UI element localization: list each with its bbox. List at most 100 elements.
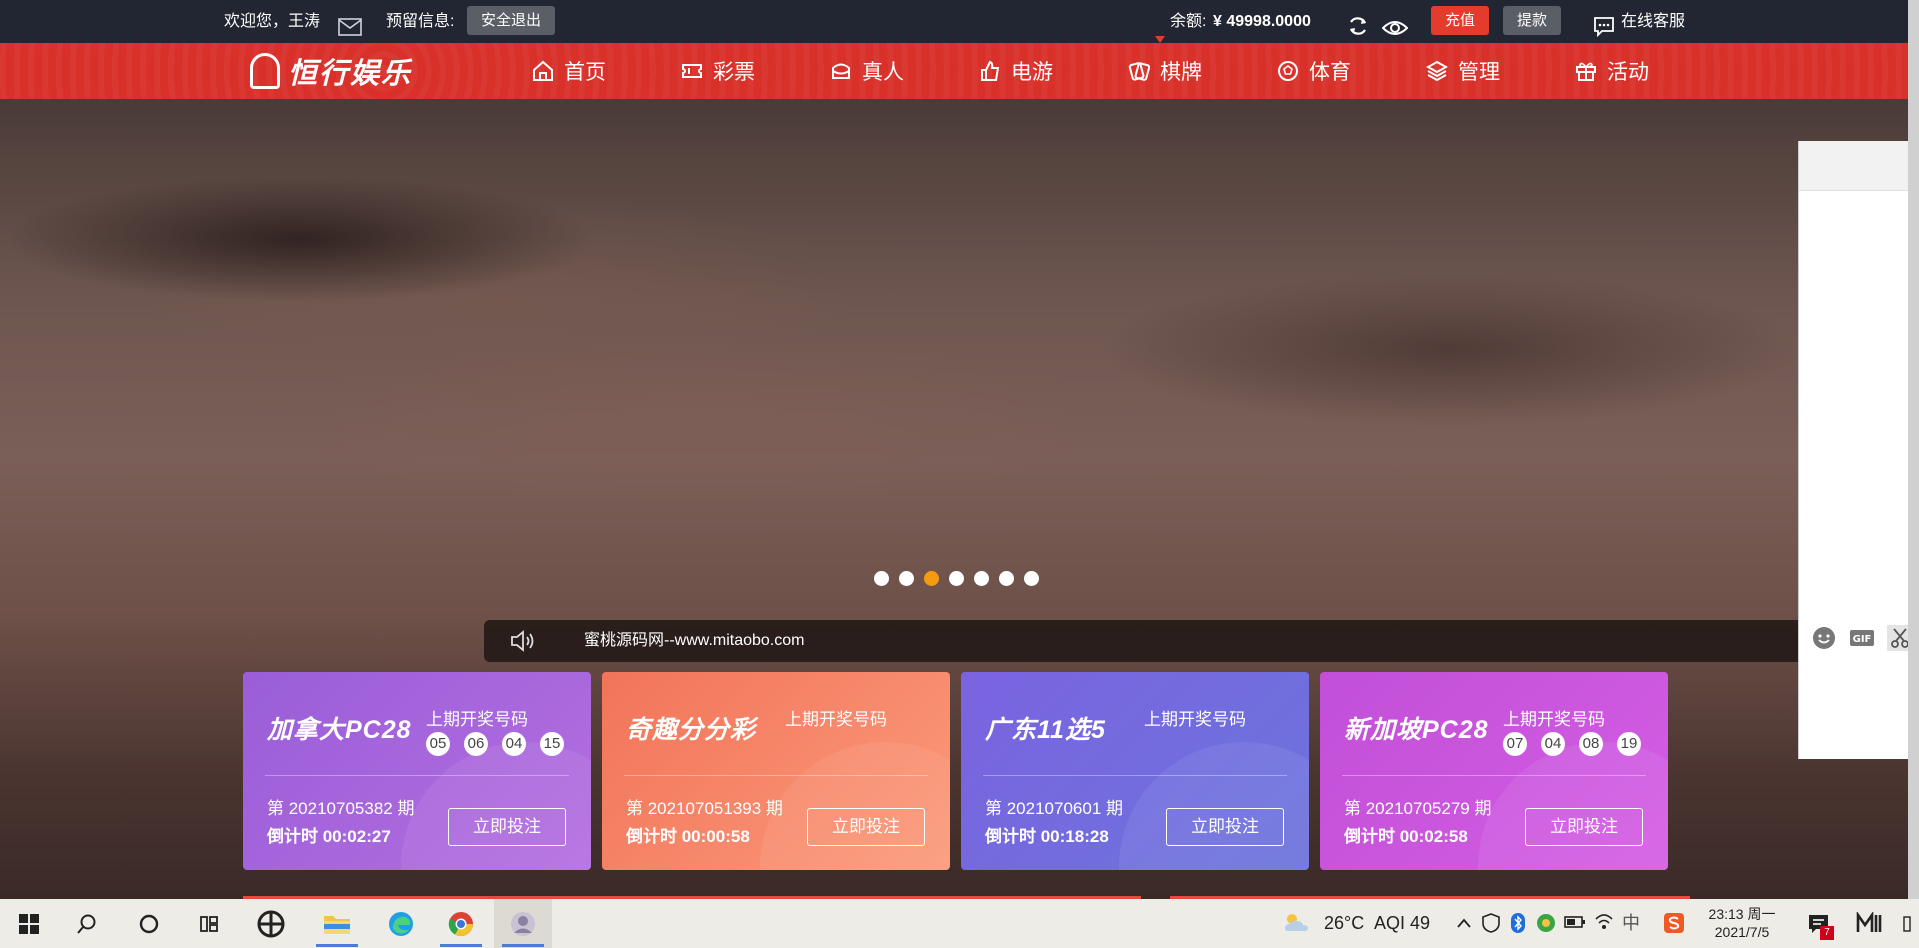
speaker-icon [511, 630, 534, 652]
eye-icon[interactable] [1381, 12, 1409, 35]
nav-item-egames[interactable]: 电游 [979, 43, 1053, 99]
nav-item-chess[interactable]: 棋牌 [1128, 43, 1202, 99]
cards-icon [1128, 62, 1150, 81]
logo-text: 恒行娱乐 [288, 58, 413, 90]
nav-item-manage[interactable]: 管理 [1426, 43, 1500, 99]
draw-balls: 07 04 08 19 [1503, 732, 1641, 756]
logout-button[interactable]: 安全退出 [467, 6, 556, 35]
shield-icon[interactable] [1482, 913, 1500, 933]
chat-icon[interactable] [1593, 11, 1615, 38]
nav-label: 彩票 [713, 61, 755, 84]
lottery-card-qiqu: 奇趣分分彩 上期开奖号码 第 202107051393 期 倒计时 00:00:… [602, 672, 950, 870]
thumbs-up-icon [981, 60, 1000, 81]
app-m-icon[interactable] [1856, 910, 1884, 934]
start-icon[interactable] [0, 899, 58, 948]
nav-item-lottery[interactable]: 彩票 [681, 43, 755, 99]
divider [265, 775, 569, 776]
issue-number: 第 202107051393 期 [626, 799, 783, 818]
balance-value: ¥ 49998.0000 [1213, 13, 1311, 30]
system-clock[interactable]: 23:13 周一 2021/7/5 [1698, 905, 1786, 941]
avatar-app-icon[interactable] [494, 899, 552, 948]
lottery-card-canada28: 加拿大PC28 上期开奖号码 05 06 04 15 第 20210705382… [243, 672, 591, 870]
carousel-dot[interactable] [874, 571, 889, 586]
task-view-icon[interactable] [180, 899, 238, 948]
last-draw-label: 上期开奖号码 [785, 710, 887, 729]
sogou-ime-icon[interactable] [1664, 913, 1684, 933]
balance-label: 余额: [1170, 13, 1207, 30]
bluetooth-icon[interactable] [1510, 913, 1526, 933]
carousel-dot[interactable] [974, 571, 989, 586]
draw-ball: 08 [1579, 732, 1603, 756]
gif-icon[interactable]: GIF [1849, 625, 1875, 651]
live-casino-icon [832, 63, 850, 79]
countdown: 倒计时 00:18:28 [985, 827, 1109, 846]
ball-icon [1278, 61, 1298, 81]
nav-item-home[interactable]: 首页 [532, 43, 606, 99]
nav-label: 管理 [1458, 61, 1500, 84]
nav-label: 真人 [862, 61, 904, 84]
countdown: 倒计时 00:02:27 [267, 827, 391, 846]
draw-balls: 05 06 04 15 [426, 732, 564, 756]
site-logo[interactable]: 恒行娱乐 [250, 51, 412, 91]
chat-panel: GIF [1798, 141, 1919, 759]
last-draw-label: 上期开奖号码 [426, 710, 528, 729]
battery-icon[interactable] [1564, 914, 1586, 932]
weather-icon[interactable] [1282, 911, 1310, 935]
lottery-logo: 加拿大PC28 [267, 716, 412, 744]
lottery-card-singapore28: 新加坡PC28 上期开奖号码 07 04 08 19 第 20210705279… [1320, 672, 1668, 870]
countdown: 倒计时 00:02:58 [1344, 827, 1468, 846]
recharge-button[interactable]: 充值 [1431, 6, 1490, 35]
nav-item-promo[interactable]: 活动 [1575, 43, 1649, 99]
carousel-dot[interactable] [899, 571, 914, 586]
main-nav: 恒行娱乐 首页 彩票 真人 电游 棋牌 体育 管理 活动 [0, 43, 1919, 99]
chrome-browser-icon[interactable] [432, 899, 490, 948]
search-icon[interactable] [58, 899, 116, 948]
edge-browser-icon[interactable] [372, 899, 430, 948]
lottery-logo: 广东11选5 [985, 716, 1106, 744]
aqi-text[interactable]: AQI 49 [1374, 899, 1430, 948]
mail-icon[interactable] [338, 11, 362, 36]
carousel-dot-active[interactable] [924, 571, 939, 586]
layers-icon [1426, 60, 1448, 82]
top-bar: 欢迎您，王涛 预留信息: 安全退出 余额: ¥ 49998.0000 充值 提款… [0, 0, 1919, 43]
cortana-icon[interactable] [120, 899, 178, 948]
app-tray-icon[interactable] [1536, 913, 1556, 933]
wifi-icon[interactable] [1594, 913, 1614, 933]
lottery-logo: 奇趣分分彩 [626, 716, 757, 744]
last-draw-label: 上期开奖号码 [1144, 710, 1246, 729]
issue-number: 第 20210705279 期 [1344, 799, 1492, 818]
notification-badge: 7 [1820, 926, 1834, 940]
welcome-text: 欢迎您，王涛 [224, 13, 321, 30]
logo-mark-icon [250, 53, 280, 89]
draw-ball: 19 [1617, 732, 1641, 756]
ime-indicator[interactable]: 中 [1622, 899, 1640, 948]
carousel-dot[interactable] [999, 571, 1014, 586]
bet-now-button[interactable]: 立即投注 [1525, 808, 1643, 846]
nav-label: 首页 [564, 61, 606, 84]
refresh-icon[interactable] [1347, 11, 1369, 35]
nav-item-live[interactable]: 真人 [830, 43, 904, 99]
carousel-dots [874, 571, 1039, 586]
page-scrollbar[interactable] [1908, 0, 1919, 899]
carousel-dot[interactable] [949, 571, 964, 586]
bet-now-button[interactable]: 立即投注 [807, 808, 925, 846]
weather-temp[interactable]: 26°C [1324, 899, 1364, 948]
file-explorer-icon[interactable] [308, 899, 366, 948]
nav-item-sports[interactable]: 体育 [1277, 43, 1351, 99]
chevron-up-icon[interactable] [1456, 915, 1472, 931]
pinwheel-app-icon[interactable] [242, 899, 300, 948]
bet-now-button[interactable]: 立即投注 [1166, 808, 1284, 846]
carousel-dot[interactable] [1024, 571, 1039, 586]
svg-text:GIF: GIF [1853, 634, 1872, 645]
withdraw-button[interactable]: 提款 [1503, 6, 1562, 35]
clock-date: 2021/7/5 [1714, 924, 1770, 940]
show-desktop-icon[interactable] [1902, 913, 1912, 933]
online-support-link[interactable]: 在线客服 [1621, 0, 1685, 43]
gift-icon [1576, 62, 1596, 81]
windows-taskbar: 26°C AQI 49 中 23:13 周一 2021/7/5 7 [0, 899, 1919, 948]
emoji-icon[interactable] [1811, 625, 1837, 651]
bet-now-button[interactable]: 立即投注 [448, 808, 566, 846]
divider [983, 775, 1287, 776]
caret-down-icon [1155, 18, 1165, 43]
nav-label: 棋牌 [1160, 61, 1202, 84]
